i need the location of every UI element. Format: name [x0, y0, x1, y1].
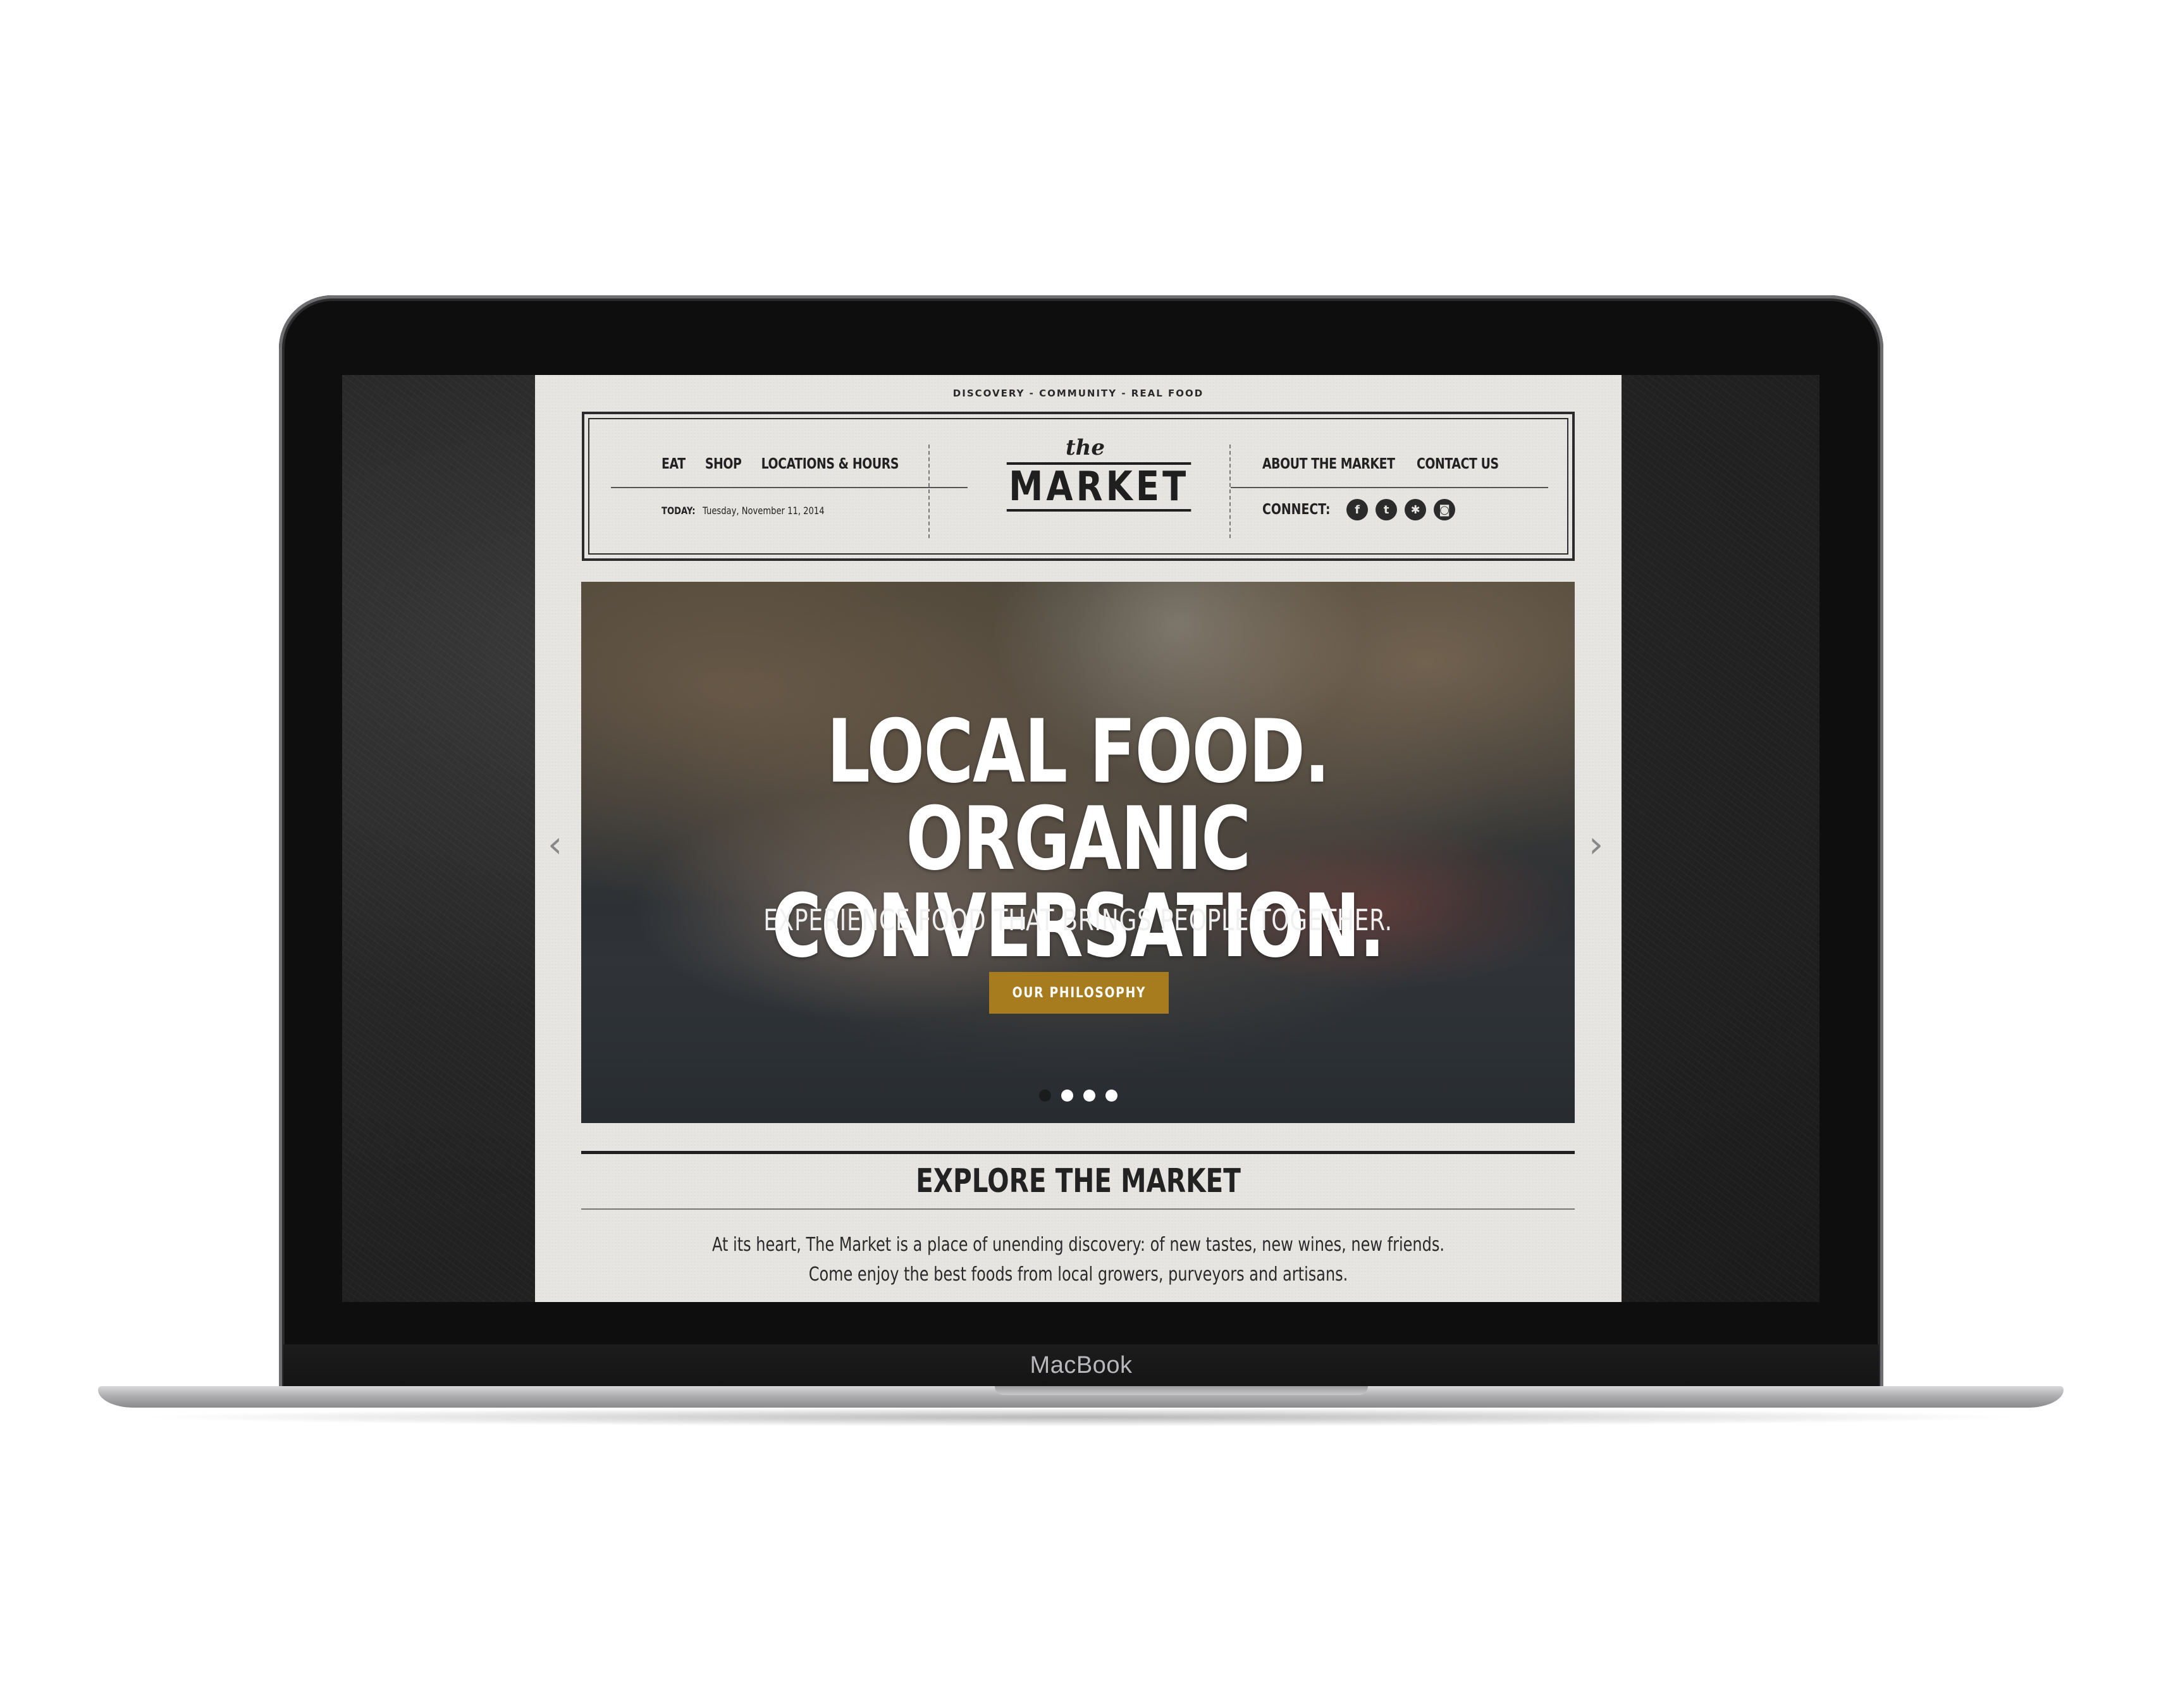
- connect-label: CONNECT:: [1262, 501, 1331, 518]
- site-logo[interactable]: the MARKET: [990, 435, 1191, 538]
- nav-item-eat[interactable]: EAT: [662, 456, 686, 472]
- hero-headline-line1: LOCAL FOOD. ORGANIC: [827, 701, 1330, 890]
- laptop-base: [98, 1386, 2064, 1408]
- carousel-prev-icon[interactable]: ‹: [548, 826, 562, 863]
- divider: [1231, 487, 1548, 488]
- site-tagline: DISCOVERY - COMMUNITY - REAL FOOD: [952, 388, 1204, 399]
- instagram-icon[interactable]: ◙: [1434, 499, 1456, 520]
- laptop-shadow: [133, 1408, 2029, 1427]
- our-philosophy-button[interactable]: OUR PHILOSOPHY: [989, 972, 1169, 1014]
- carousel-dot-3[interactable]: [1083, 1090, 1095, 1102]
- our-philosophy-button-label: OUR PHILOSOPHY: [1012, 985, 1146, 1001]
- hero-carousel: LOCAL FOOD. ORGANIC CONVERSATION. EXPERI…: [581, 582, 1575, 1123]
- divider: [611, 487, 968, 488]
- divider: [581, 1208, 1575, 1210]
- today-date: TODAY: Tuesday, November 11, 2014: [662, 505, 825, 517]
- carousel-next-icon[interactable]: ›: [1589, 826, 1603, 863]
- logo-small-text: the: [1065, 435, 1105, 460]
- carousel-dot-4[interactable]: [1105, 1090, 1117, 1102]
- facebook-icon[interactable]: f: [1346, 499, 1369, 520]
- laptop-chin: MacBook: [283, 1344, 1879, 1389]
- brand-label: MacBook: [1030, 1352, 1133, 1379]
- divider: [581, 1151, 1575, 1154]
- nav-item-shop[interactable]: SHOP: [705, 456, 742, 472]
- explore-description: At its heart, The Market is a place of u…: [644, 1230, 1513, 1289]
- today-value: Tuesday, November 11, 2014: [702, 505, 825, 517]
- laptop-screen: DISCOVERY - COMMUNITY - REAL FOOD EAT SH…: [342, 375, 1819, 1302]
- nav-item-contact[interactable]: CONTACT US: [1417, 456, 1499, 472]
- twitter-icon[interactable]: t: [1376, 499, 1398, 520]
- yelp-icon[interactable]: ✱: [1405, 499, 1427, 520]
- divider: [1229, 445, 1231, 538]
- nav-item-about[interactable]: ABOUT THE MARKET: [1262, 456, 1395, 472]
- primary-nav-left: EAT SHOP LOCATIONS & HOURS: [662, 456, 899, 472]
- logo-main-text: MARKET: [1006, 462, 1191, 512]
- carousel-dot-2[interactable]: [1061, 1090, 1073, 1102]
- carousel-dots: [581, 1090, 1575, 1102]
- social-connect: CONNECT: f t ✱ ◙: [1262, 499, 1456, 520]
- carousel-dot-1[interactable]: [1038, 1090, 1051, 1102]
- today-label: TODAY:: [662, 505, 696, 517]
- hero-subheadline: EXPERIENCE FOOD THAT BRINGS PEOPLE TOGET…: [763, 903, 1393, 937]
- laptop-notch: [995, 1386, 1368, 1395]
- divider: [928, 445, 930, 538]
- web-page: DISCOVERY - COMMUNITY - REAL FOOD EAT SH…: [535, 375, 1622, 1302]
- nav-item-locations-hours[interactable]: LOCATIONS & HOURS: [761, 456, 899, 472]
- explore-line-2: Come enjoy the best foods from local gro…: [808, 1263, 1348, 1286]
- primary-nav-right: ABOUT THE MARKET CONTACT US: [1262, 456, 1499, 472]
- section-title-explore: EXPLORE THE MARKET: [916, 1162, 1241, 1200]
- explore-line-1: At its heart, The Market is a place of u…: [711, 1234, 1444, 1256]
